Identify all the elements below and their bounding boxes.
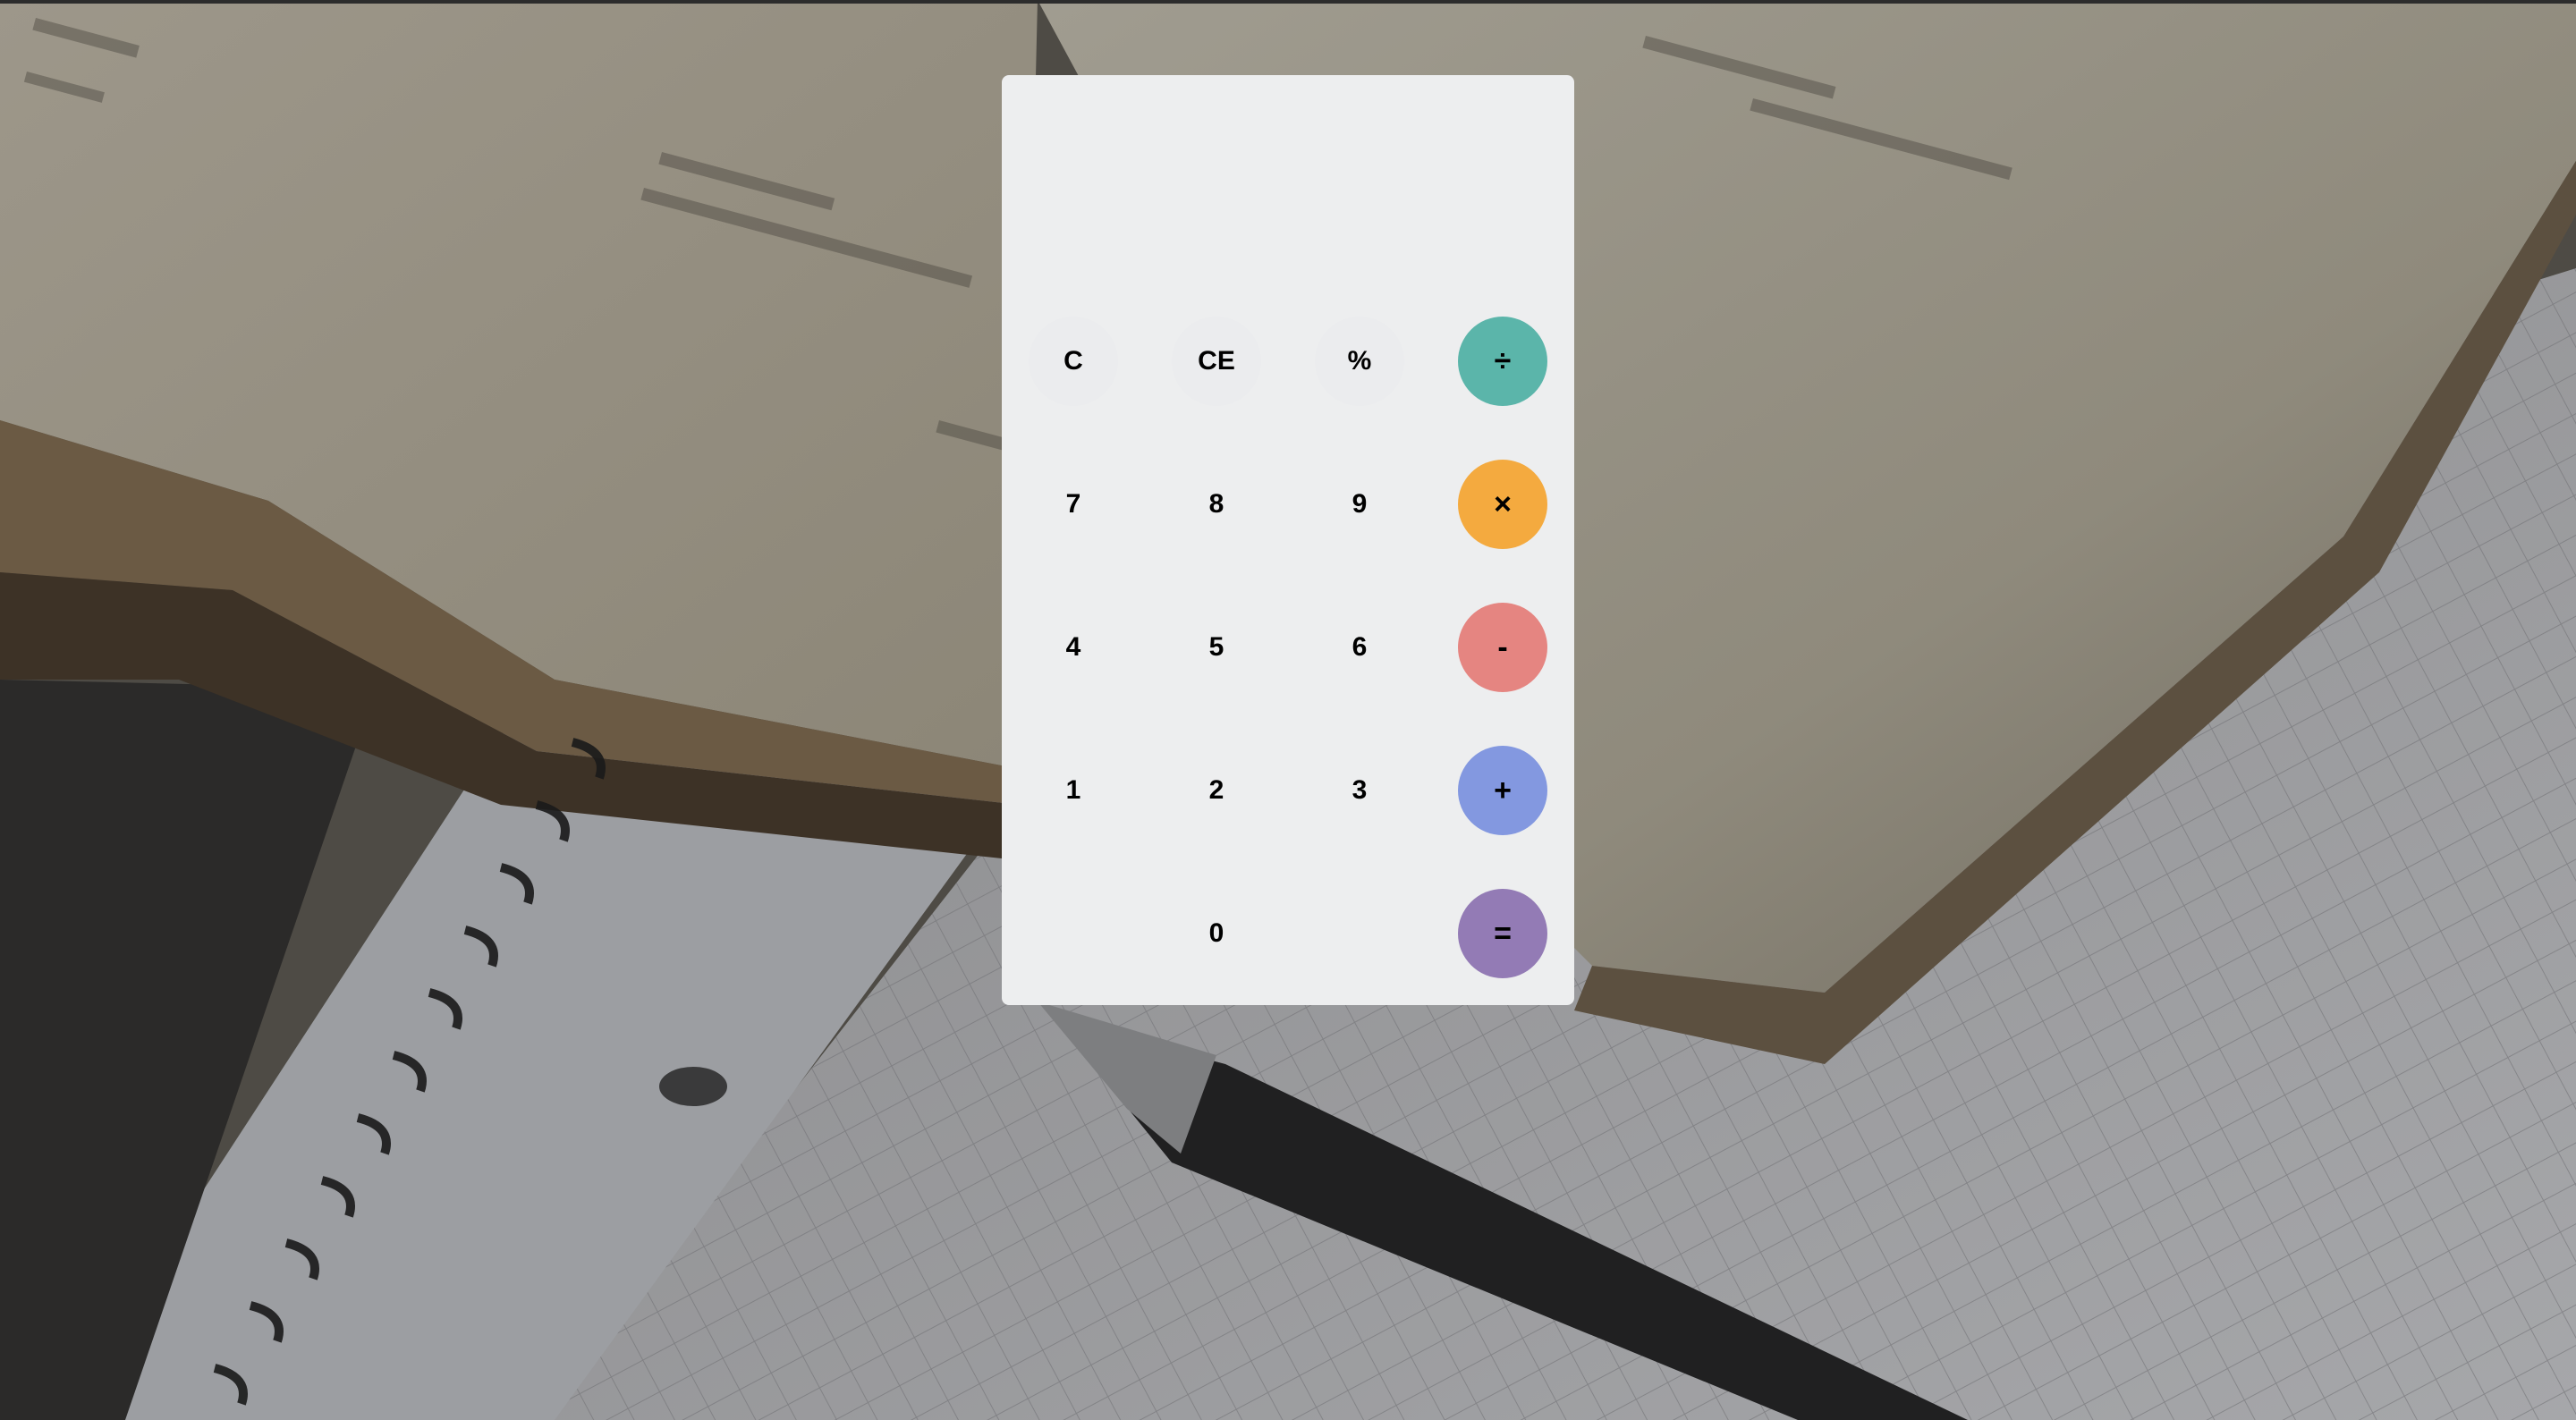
digit-4-button[interactable]: 4 bbox=[1029, 603, 1118, 692]
digit-6-button[interactable]: 6 bbox=[1315, 603, 1404, 692]
digit-8-button[interactable]: 8 bbox=[1172, 460, 1261, 549]
digit-5-button[interactable]: 5 bbox=[1172, 603, 1261, 692]
add-button[interactable]: + bbox=[1458, 746, 1547, 835]
digit-3-button[interactable]: 3 bbox=[1315, 746, 1404, 835]
clear-button[interactable]: C bbox=[1029, 317, 1118, 406]
clear-entry-button[interactable]: CE bbox=[1172, 317, 1261, 406]
digit-2-button[interactable]: 2 bbox=[1172, 746, 1261, 835]
percent-button[interactable]: % bbox=[1315, 317, 1404, 406]
calculator-panel: C CE % ÷ 7 8 9 × 4 5 6 - 1 2 3 + 0 = bbox=[1002, 75, 1574, 1005]
window-top-edge bbox=[0, 0, 2576, 4]
divide-button[interactable]: ÷ bbox=[1458, 317, 1547, 406]
subtract-button[interactable]: - bbox=[1458, 603, 1547, 692]
desktop-background: C CE % ÷ 7 8 9 × 4 5 6 - 1 2 3 + 0 = bbox=[0, 0, 2576, 1420]
digit-7-button[interactable]: 7 bbox=[1029, 460, 1118, 549]
digit-1-button[interactable]: 1 bbox=[1029, 746, 1118, 835]
digit-9-button[interactable]: 9 bbox=[1315, 460, 1404, 549]
digit-0-button[interactable]: 0 bbox=[1172, 889, 1261, 978]
multiply-button[interactable]: × bbox=[1458, 460, 1547, 549]
equals-button[interactable]: = bbox=[1458, 889, 1547, 978]
keypad: C CE % ÷ 7 8 9 × 4 5 6 - 1 2 3 + 0 = bbox=[1002, 75, 1574, 1005]
